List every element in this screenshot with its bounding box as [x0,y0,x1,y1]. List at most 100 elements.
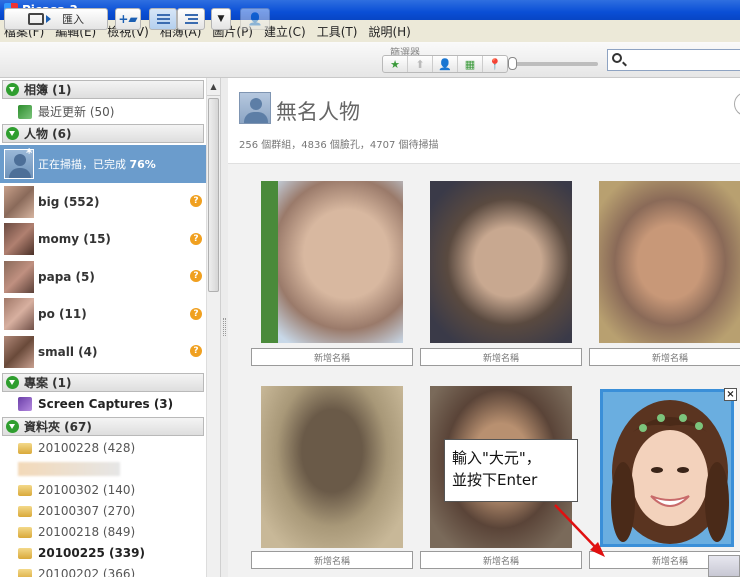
folder-label: 20100202 (366) [38,567,136,577]
face-thumbnail[interactable] [430,181,572,343]
chevron-down-icon: ▼ [217,14,225,24]
page-title: 無名人物 [276,100,360,124]
menu-tools[interactable]: 工具(T) [313,23,365,40]
menu-help[interactable]: 說明(H) [364,23,417,40]
list-view-button[interactable] [149,8,177,30]
folder-item[interactable]: 20100225 (339) [0,543,206,564]
close-icon[interactable]: × [724,388,737,401]
blurred-folder-label [18,462,120,476]
face-thumbnail[interactable] [261,181,403,343]
header-action-button[interactable] [734,92,740,116]
person-item-po[interactable]: po (11) ? [0,296,206,334]
album-icon [18,104,32,119]
folder-label: 20100228 (428) [38,441,136,455]
face-image [261,386,403,548]
person-item-momy[interactable]: momy (15) ? [0,221,206,259]
slider-knob[interactable] [508,57,517,70]
scroll-thumb[interactable] [208,98,219,292]
folder-item-blurred[interactable] [0,459,206,480]
folder-label: 20100307 (270) [38,504,136,518]
folder-item[interactable]: 20100307 (270) [0,501,206,522]
import-button[interactable]: 匯入 [4,8,108,30]
project-icon [18,397,32,411]
callout-line-2: 並按下Enter [452,471,538,489]
projects-section-header[interactable]: 專案 (1) [2,372,204,392]
face-stats: 256 個群組，4836 個臉孔，4707 個待掃描 [239,140,439,151]
name-input-placeholder: 新增名稱 [313,556,350,567]
folder-item[interactable]: 20100302 (140) [0,480,206,501]
name-input[interactable]: 新增名稱 [589,348,740,366]
question-icon[interactable]: ? [190,345,202,357]
people-section-header[interactable]: 人物 (6) [2,124,204,143]
filter-slider[interactable] [508,57,598,70]
people-filter-icon[interactable]: 👤 [433,56,458,72]
person-silhouette-icon [239,92,271,124]
folder-label: 20100218 (849) [38,525,136,539]
person-name: papa (5) [38,269,95,284]
face-image [599,181,740,343]
avatar [4,223,34,256]
panel-splitter[interactable] [220,78,228,577]
people-header-label: 人物 (6) [24,127,72,141]
folders-section-header[interactable]: 資料夾 (67) [2,416,204,436]
name-input[interactable]: 新增名稱 [420,348,582,366]
name-input-placeholder: 新增名稱 [313,353,350,364]
view-dropdown-button[interactable]: ▼ [211,8,231,30]
video-filter-icon[interactable]: ▦ [458,56,483,72]
folder-label: 20100302 (140) [38,483,136,497]
person-item-small[interactable]: small (4) ? [0,333,206,371]
folder-item[interactable]: 20100218 (849) [0,522,206,543]
sidebar-item-label: Screen Captures (3) [38,397,174,411]
question-icon[interactable]: ? [190,307,202,320]
folder-icon [18,484,32,496]
import-icon [28,13,51,25]
tree-view-button[interactable] [177,8,205,30]
scanning-text: 正在掃描，已完成 [38,158,126,171]
name-input[interactable]: 新增名稱 [251,348,413,366]
question-icon[interactable]: ? [190,270,202,282]
face-thumbnail[interactable] [261,386,403,548]
avatar [4,260,34,293]
folder-item[interactable]: 20100202 (366) [0,564,206,577]
starred-filter-icon[interactable]: ★ [383,56,408,72]
search-input[interactable] [607,49,740,71]
question-icon[interactable]: ? [190,195,202,207]
collapse-toggle-icon[interactable] [6,375,19,389]
name-input-placeholder: 新增名稱 [651,353,688,364]
disabled-action-button[interactable]: 👤 [240,8,270,30]
avatar [4,298,34,331]
scroll-up-icon[interactable]: ▲ [207,78,220,96]
title-bar: Picasa 3 [0,0,740,20]
folder-icon [18,526,32,538]
projects-header-label: 專案 (1) [24,375,72,390]
face-image [430,181,572,343]
person-name: po (11) [38,307,87,322]
unnamed-people-item[interactable]: * 正在掃描，已完成 76% [0,145,206,183]
person-item-papa[interactable]: papa (5) ? [0,258,206,296]
splitter-grip[interactable] [223,318,226,336]
person-item-big[interactable]: big (552) ? [0,183,206,221]
avatar [4,185,34,218]
add-album-button[interactable]: +▰ [115,8,141,30]
sidebar-scrollbar[interactable]: ▲ [206,78,220,577]
name-input-placeholder: 新增名稱 [651,556,688,567]
uploaded-filter-icon[interactable]: ⬆ [408,56,433,72]
sidebar-item-recent[interactable]: 最近更新 (50) [0,101,206,122]
folder-icon [18,547,32,559]
selected-face-thumbnail[interactable] [600,389,734,547]
person-name: small (4) [38,344,98,359]
face-thumbnail[interactable] [599,181,740,343]
name-input[interactable]: 新增名稱 [251,551,413,569]
sidebar-item-screen-captures[interactable]: Screen Captures (3) [0,394,206,415]
scanning-percent: 76% [129,158,156,171]
folder-item[interactable]: 20100228 (428) [0,438,206,459]
tray-photo-icon[interactable] [708,555,740,577]
question-icon[interactable]: ? [190,232,202,245]
collapse-toggle-icon[interactable] [6,83,19,96]
name-input-placeholder: 新增名稱 [482,556,519,567]
albums-section-header[interactable]: 相簿 (1) [2,80,204,99]
main-area: 無名人物 256 個群組，4836 個臉孔，4707 個待掃描 新增名稱 新增名… [228,78,740,577]
collapse-toggle-icon[interactable] [6,419,19,433]
collapse-toggle-icon[interactable] [6,127,19,140]
geotag-filter-icon[interactable]: 📍 [483,56,507,72]
